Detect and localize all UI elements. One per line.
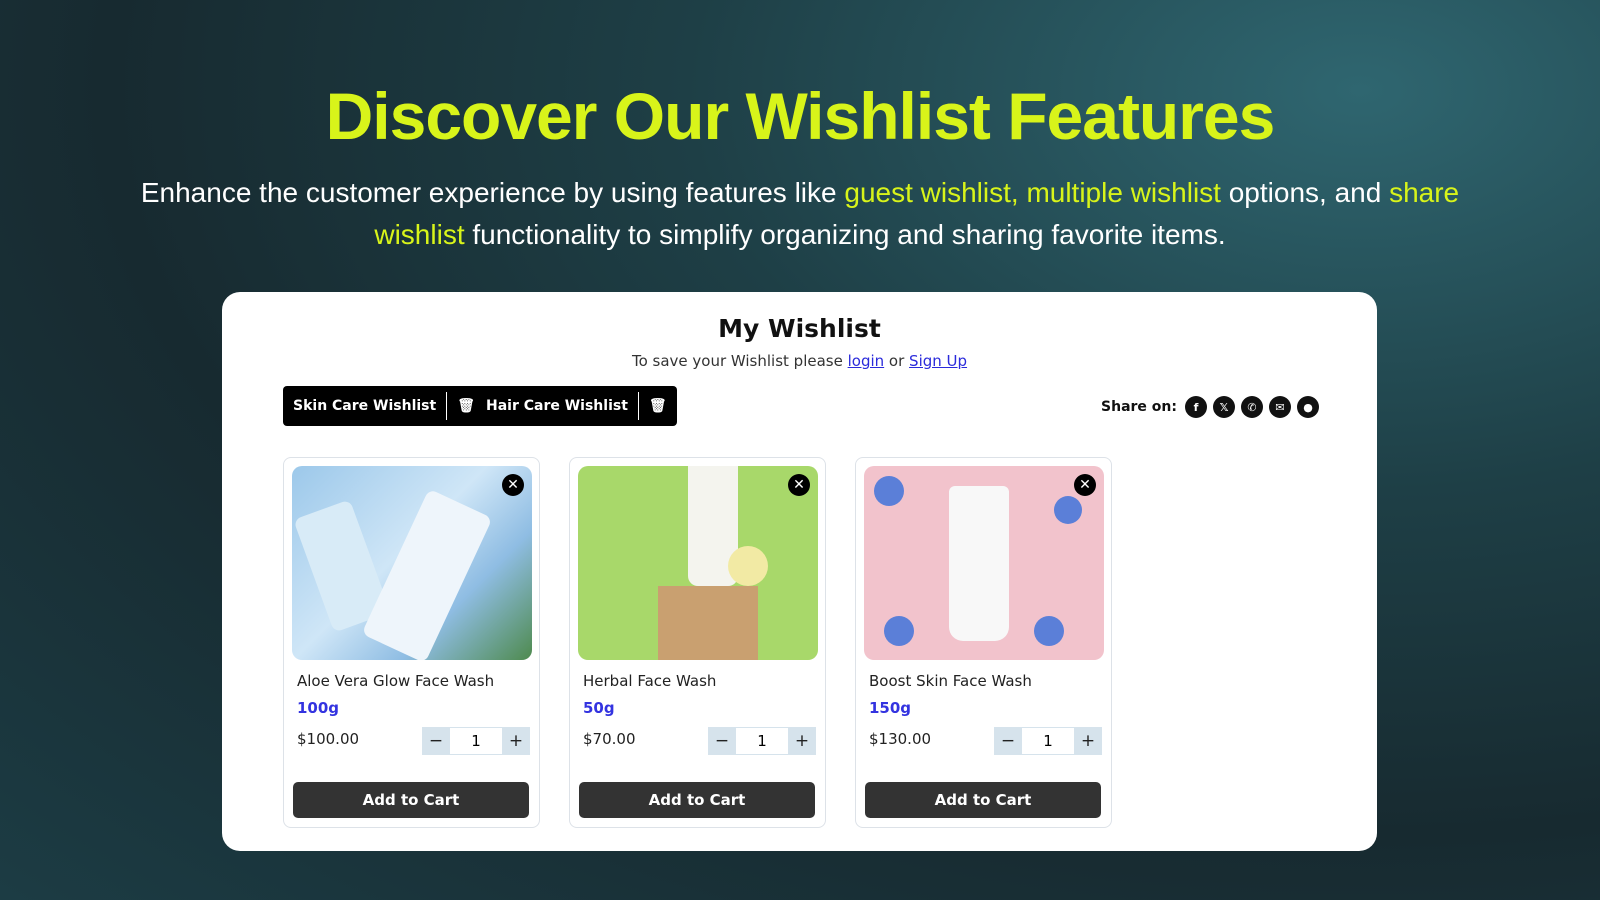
- product-image: ✕: [578, 466, 818, 660]
- product-name: Boost Skin Face Wash: [869, 672, 1032, 690]
- subtitle-highlight: guest wishlist, multiple wishlist: [844, 177, 1221, 208]
- trash-icon[interactable]: 🗑: [457, 398, 475, 414]
- quantity-stepper: −1 +: [708, 727, 816, 755]
- remove-item-icon[interactable]: ✕: [788, 474, 810, 496]
- product-price: $130.00: [869, 730, 932, 748]
- hero-subtitle: Enhance the customer experience by using…: [140, 172, 1460, 256]
- product-price: $100.00: [297, 730, 360, 748]
- product-size: 100g: [297, 699, 340, 717]
- product-price: $70.00: [583, 730, 636, 748]
- subtitle-text: functionality to simplify organizing and…: [464, 219, 1226, 250]
- remove-item-icon[interactable]: ✕: [1074, 474, 1096, 496]
- product-size: 150g: [869, 699, 912, 717]
- wishlist-panel: My Wishlist To save your Wishlist please…: [222, 292, 1377, 851]
- share-label: Share on:: [1101, 399, 1177, 415]
- product-image: ✕: [864, 466, 1104, 660]
- email-icon[interactable]: ✉: [1269, 396, 1291, 418]
- trash-icon[interactable]: 🗑: [649, 398, 667, 414]
- subtitle-text: Enhance the customer experience by using…: [140, 177, 845, 208]
- product-card: ✕ Aloe Vera Glow Face Wash 100g $100.00 …: [283, 457, 540, 828]
- remove-item-icon[interactable]: ✕: [502, 474, 524, 496]
- chat-icon[interactable]: ●: [1297, 396, 1319, 418]
- product-card: ✕ Boost Skin Face Wash 150g $130.00 −1 + …: [855, 457, 1112, 828]
- decrease-button[interactable]: −: [422, 727, 450, 755]
- divider: [446, 392, 448, 420]
- product-card: ✕ Herbal Face Wash 50g $70.00 −1 + Add to…: [569, 457, 826, 828]
- save-text: To save your Wishlist please: [631, 352, 848, 370]
- wishlist-tab-hair-care[interactable]: Hair Care Wishlist 🗑: [476, 386, 677, 426]
- product-name: Aloe Vera Glow Face Wash: [297, 672, 495, 690]
- product-image: ✕: [292, 466, 532, 660]
- increase-button[interactable]: +: [1074, 727, 1102, 755]
- wishlist-tab-label: Hair Care Wishlist: [486, 398, 628, 414]
- whatsapp-icon[interactable]: ✆: [1241, 396, 1263, 418]
- add-to-cart-button[interactable]: Add to Cart: [865, 782, 1101, 818]
- subtitle-text: options, and: [1220, 177, 1390, 208]
- quantity-value[interactable]: 1: [736, 727, 788, 755]
- divider: [637, 392, 639, 420]
- add-to-cart-button[interactable]: Add to Cart: [293, 782, 529, 818]
- wishlist-tab-skin-care[interactable]: Skin Care Wishlist 🗑: [283, 386, 485, 426]
- wishlist-title: My Wishlist: [718, 314, 881, 343]
- facebook-icon[interactable]: f: [1185, 396, 1207, 418]
- decrease-button[interactable]: −: [708, 727, 736, 755]
- quantity-value[interactable]: 1: [450, 727, 502, 755]
- signup-link[interactable]: Sign Up: [909, 352, 967, 370]
- quantity-value[interactable]: 1: [1022, 727, 1074, 755]
- x-icon[interactable]: 𝕏: [1213, 396, 1235, 418]
- increase-button[interactable]: +: [502, 727, 530, 755]
- hero-title: Discover Our Wishlist Features: [325, 79, 1276, 153]
- save-prompt: To save your Wishlist please login or Si…: [222, 352, 1377, 370]
- increase-button[interactable]: +: [788, 727, 816, 755]
- wishlist-tab-label: Skin Care Wishlist: [293, 398, 437, 414]
- share-bar: Share on: f 𝕏 ✆ ✉ ●: [1101, 396, 1319, 418]
- or-text: or: [884, 352, 910, 370]
- product-size: 50g: [583, 699, 615, 717]
- quantity-stepper: −1 +: [994, 727, 1102, 755]
- quantity-stepper: −1 +: [422, 727, 530, 755]
- add-to-cart-button[interactable]: Add to Cart: [579, 782, 815, 818]
- product-name: Herbal Face Wash: [583, 672, 717, 690]
- login-link[interactable]: login: [848, 352, 885, 370]
- decrease-button[interactable]: −: [994, 727, 1022, 755]
